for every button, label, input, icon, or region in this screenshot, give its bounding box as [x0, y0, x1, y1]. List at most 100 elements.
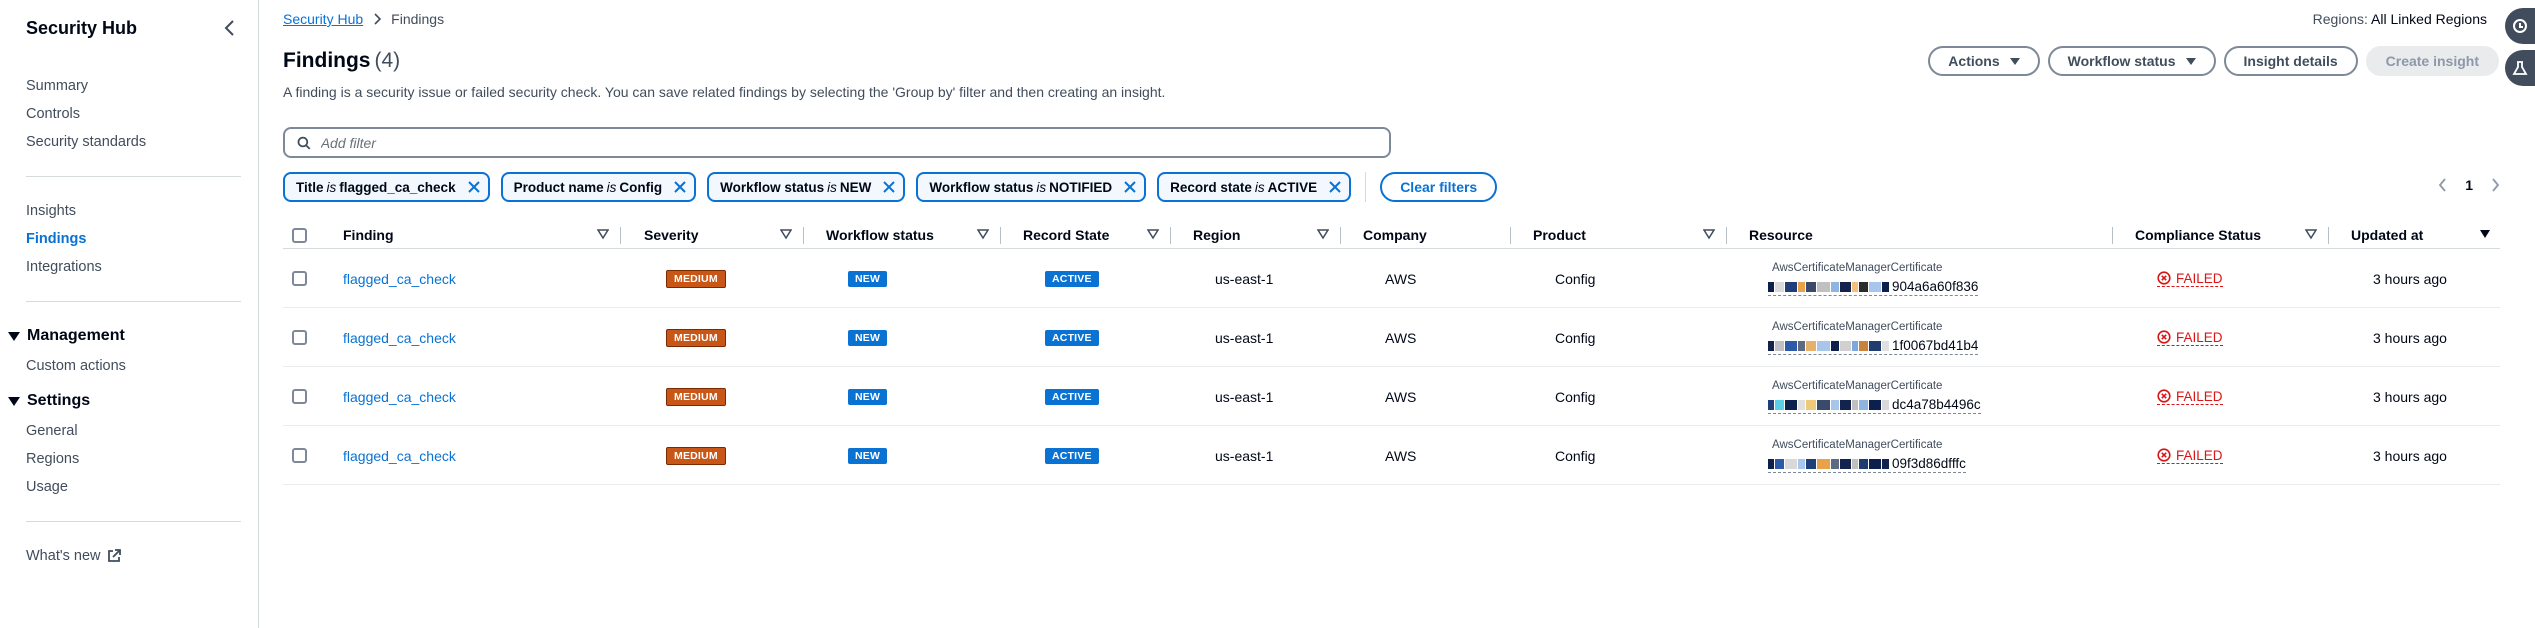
finding-cell: flagged_ca_check: [343, 426, 456, 485]
column-header-resource[interactable]: Resource: [1749, 221, 1813, 249]
sort-icon[interactable]: [597, 228, 609, 240]
close-icon[interactable]: [1124, 181, 1136, 193]
column-divider[interactable]: [1170, 227, 1171, 244]
column-divider[interactable]: [1340, 227, 1341, 244]
token-value: ACTIVE: [1267, 179, 1318, 195]
close-icon[interactable]: [1329, 181, 1341, 193]
create-insight-button[interactable]: Create insight: [2365, 46, 2499, 76]
column-header-region[interactable]: Region: [1193, 221, 1240, 249]
compliance-status[interactable]: FAILED: [2157, 448, 2223, 464]
column-header-workflow-status[interactable]: Workflow status: [826, 221, 934, 249]
table-body: flagged_ca_check MEDIUM NEW ACTIVE us-ea…: [283, 249, 2500, 485]
chevron-right-icon[interactable]: [2491, 178, 2500, 192]
filter-token-workflow-new[interactable]: Workflow status is NEW: [707, 172, 906, 202]
help-panel-icon[interactable]: [2505, 8, 2535, 44]
actions-dropdown-button[interactable]: Actions: [1928, 46, 2040, 76]
close-icon[interactable]: [467, 181, 480, 193]
table-row[interactable]: flagged_ca_check MEDIUM NEW ACTIVE us-ea…: [283, 367, 2500, 426]
table-row[interactable]: flagged_ca_check MEDIUM NEW ACTIVE us-ea…: [283, 426, 2500, 485]
row-checkbox[interactable]: [292, 389, 307, 404]
collapse-sidebar-icon[interactable]: [219, 17, 241, 39]
column-header-updated-at[interactable]: Updated at: [2351, 221, 2423, 249]
resource-id[interactable]: 09f3d86dfffc: [1768, 456, 1966, 473]
workflow-status-badge: NEW: [848, 447, 888, 464]
sort-icon[interactable]: [977, 228, 989, 240]
breadcrumb-security-hub[interactable]: Security Hub: [283, 11, 363, 27]
sidebar-item-general[interactable]: General: [26, 423, 78, 439]
finding-title-link[interactable]: flagged_ca_check: [343, 448, 456, 464]
column-header-record-state[interactable]: Record State: [1023, 221, 1109, 249]
row-select-cell: [292, 249, 307, 308]
compliance-status[interactable]: FAILED: [2157, 389, 2223, 405]
filter-token-workflow-notified[interactable]: Workflow status is NOTIFIED: [916, 172, 1147, 202]
close-icon[interactable]: [883, 181, 896, 193]
filter-token-product-name[interactable]: Product name is Config: [500, 172, 697, 202]
column-divider[interactable]: [803, 227, 804, 244]
row-checkbox[interactable]: [292, 271, 307, 286]
column-divider[interactable]: [1000, 227, 1001, 244]
sidebar-item-regions[interactable]: Regions: [26, 451, 79, 467]
column-divider[interactable]: [2112, 227, 2113, 244]
column-divider[interactable]: [2328, 227, 2329, 244]
redacted-resource-id: [1768, 340, 1890, 352]
finding-title-link[interactable]: flagged_ca_check: [343, 271, 456, 287]
column-header-finding[interactable]: Finding: [343, 221, 394, 249]
sidebar-section-settings[interactable]: Settings: [8, 392, 90, 410]
select-all-checkbox[interactable]: [292, 227, 307, 243]
sidebar-item-security-standards[interactable]: Security standards: [26, 134, 146, 150]
page-number[interactable]: 1: [2465, 177, 2473, 193]
resource-id[interactable]: dc4a78b4496c: [1768, 397, 1981, 414]
filter-token-record-state[interactable]: Record state is ACTIVE: [1157, 172, 1352, 202]
compliance-status[interactable]: FAILED: [2157, 271, 2223, 287]
sidebar-item-controls[interactable]: Controls: [26, 106, 80, 122]
sort-icon[interactable]: [780, 228, 792, 240]
filter-token-title[interactable]: Title is flagged_ca_check: [283, 172, 490, 202]
finding-title-link[interactable]: flagged_ca_check: [343, 389, 456, 405]
sidebar-item-whats-new[interactable]: What's new: [26, 548, 121, 564]
column-divider[interactable]: [620, 227, 621, 244]
sort-icon[interactable]: [1703, 228, 1715, 240]
workflow-status-dropdown-button[interactable]: Workflow status: [2047, 46, 2216, 76]
sidebar-section-label: Settings: [27, 392, 91, 409]
column-divider[interactable]: [1510, 227, 1511, 244]
clear-filters-button[interactable]: Clear filters: [1380, 172, 1498, 202]
sidebar-item-findings[interactable]: Findings: [26, 231, 86, 247]
sort-icon[interactable]: [2305, 228, 2317, 240]
compliance-status[interactable]: FAILED: [2157, 330, 2223, 346]
sort-icon[interactable]: [1317, 228, 1329, 240]
sidebar-section-management[interactable]: Management: [8, 327, 125, 345]
insight-details-button[interactable]: Insight details: [2223, 46, 2358, 76]
resource-id[interactable]: 904a6a60f836: [1768, 279, 1979, 296]
sidebar-item-usage[interactable]: Usage: [26, 479, 68, 495]
filter-input[interactable]: [320, 134, 1389, 151]
chevron-left-icon[interactable]: [2438, 178, 2447, 192]
column-divider[interactable]: [1726, 227, 1727, 244]
close-icon[interactable]: [674, 181, 686, 193]
product-cell: Config: [1555, 447, 1596, 464]
sort-descending-icon[interactable]: [2479, 228, 2491, 240]
column-header-company[interactable]: Company: [1363, 221, 1427, 249]
updated-at-cell: 3 hours ago: [2373, 388, 2447, 405]
column-header-compliance-status[interactable]: Compliance Status: [2135, 221, 2261, 249]
redaction-block: [1882, 281, 1889, 292]
updated-at-cell: 3 hours ago: [2373, 329, 2447, 346]
column-header-severity[interactable]: Severity: [644, 221, 698, 249]
column-header-product[interactable]: Product: [1533, 221, 1586, 249]
table-row[interactable]: flagged_ca_check MEDIUM NEW ACTIVE us-ea…: [283, 249, 2500, 308]
sidebar-divider: [26, 176, 241, 177]
finding-title-link[interactable]: flagged_ca_check: [343, 330, 456, 346]
sidebar-item-custom-actions[interactable]: Custom actions: [26, 358, 126, 374]
flask-icon[interactable]: [2505, 50, 2535, 86]
filter-search-box[interactable]: [283, 127, 1391, 158]
sidebar-item-insights[interactable]: Insights: [26, 203, 76, 219]
row-checkbox[interactable]: [292, 448, 307, 463]
sidebar-title[interactable]: Security Hub: [26, 18, 137, 39]
token-key: Workflow status: [929, 179, 1034, 195]
sidebar-item-summary[interactable]: Summary: [26, 78, 88, 94]
sidebar-item-integrations[interactable]: Integrations: [26, 259, 102, 275]
record-state-cell: ACTIVE: [1045, 249, 1099, 308]
table-row[interactable]: flagged_ca_check MEDIUM NEW ACTIVE us-ea…: [283, 308, 2500, 367]
row-checkbox[interactable]: [292, 330, 307, 345]
resource-id[interactable]: 1f0067bd41b4: [1768, 338, 1979, 355]
sort-icon[interactable]: [1147, 228, 1159, 240]
